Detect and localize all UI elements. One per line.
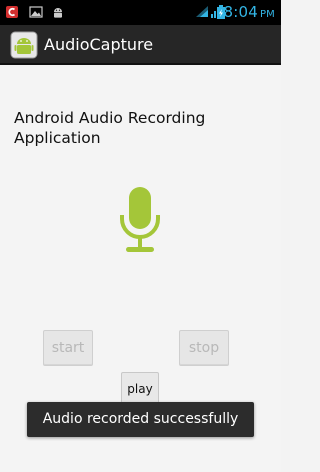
status-time-ampm: PM bbox=[259, 9, 275, 20]
microphone-icon bbox=[120, 187, 160, 252]
app-title: AudioCapture bbox=[44, 35, 154, 54]
status-time-value: 8:04 bbox=[223, 3, 258, 21]
wifi-icon bbox=[196, 6, 208, 17]
notification-app-icon bbox=[6, 6, 18, 18]
start-button[interactable]: start bbox=[43, 330, 93, 366]
android-icon bbox=[54, 8, 62, 18]
page-heading: Android Audio Recording Application bbox=[14, 109, 206, 147]
status-time: 8:04 PM bbox=[223, 3, 275, 21]
status-bar: 8:04 PM bbox=[0, 0, 281, 25]
toast-message: Audio recorded successfully bbox=[27, 402, 254, 437]
action-bar: AudioCapture bbox=[0, 25, 281, 65]
image-icon bbox=[29, 6, 43, 18]
android-app-icon[interactable] bbox=[10, 31, 38, 59]
play-button[interactable]: play bbox=[121, 372, 159, 406]
stop-button[interactable]: stop bbox=[179, 330, 229, 366]
